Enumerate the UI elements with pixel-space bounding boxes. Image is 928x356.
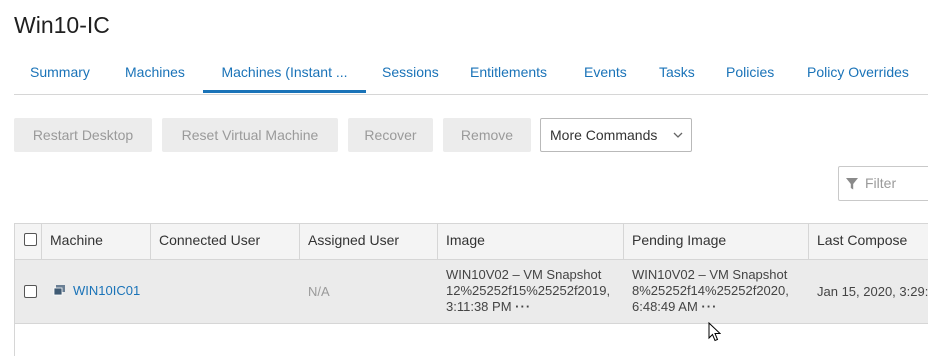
filter-input[interactable]: Filter [838,166,928,201]
tab-summary[interactable]: Summary [30,54,90,92]
table-header: Machine Connected User Assigned User Ima… [15,224,928,260]
mouse-cursor-icon [708,321,722,347]
tab-entitlements[interactable]: Entitlements [470,54,547,92]
pending-image-more-icon[interactable]: ··· [701,299,717,314]
assigned-user-value: N/A [308,284,330,299]
tab-sessions[interactable]: Sessions [382,54,439,92]
column-header-pending-image[interactable]: Pending Image [623,224,808,259]
table-row[interactable]: WIN10IC01 N/A WIN10V02 – VM Snapshot 12%… [15,260,928,324]
column-header-machine[interactable]: Machine [41,224,150,259]
filter-placeholder: Filter [865,175,897,191]
last-compose-value: Jan 15, 2020, 3:29:2 [817,284,928,299]
image-line-2: 12%25252f15%25252f2019, [446,283,611,298]
restart-desktop-button[interactable]: Restart Desktop [14,118,152,152]
tab-policies[interactable]: Policies [726,54,774,92]
pending-image-value: WIN10V02 – VM Snapshot 8%25252f14%25252f… [632,267,789,315]
column-header-last-compose[interactable]: Last Compose [808,224,928,259]
select-all-checkbox[interactable] [24,233,37,246]
tab-bar: Summary Machines Machines (Instant ... S… [14,54,928,95]
column-header-image[interactable]: Image [437,224,623,259]
select-all-cell [15,224,41,259]
remove-button[interactable]: Remove [443,118,531,152]
pending-image-line-2: 8%25252f14%25252f2020, [632,283,789,298]
tab-machines[interactable]: Machines [125,54,185,92]
tab-machines-instant-clone[interactable]: Machines (Instant ... [203,54,366,93]
tab-tasks[interactable]: Tasks [659,54,695,92]
tab-events[interactable]: Events [584,54,627,92]
vm-icon [53,284,66,300]
column-header-connected-user[interactable]: Connected User [150,224,299,259]
tab-policy-overrides[interactable]: Policy Overrides [807,54,909,92]
more-commands-label: More Commands [550,127,658,143]
chevron-down-icon [673,119,683,162]
row-checkbox[interactable] [24,285,37,298]
more-commands-dropdown[interactable]: More Commands [540,118,692,152]
pending-image-line-1: WIN10V02 – VM Snapshot [632,267,788,282]
image-line-1: WIN10V02 – VM Snapshot [446,267,602,282]
pending-image-line-3: 6:48:49 AM [632,299,698,314]
reset-virtual-machine-button[interactable]: Reset Virtual Machine [162,118,338,152]
column-header-assigned-user[interactable]: Assigned User [299,224,437,259]
page-title: Win10-IC [14,12,110,38]
image-value: WIN10V02 – VM Snapshot 12%25252f15%25252… [446,267,610,315]
recover-button[interactable]: Recover [348,118,433,152]
image-more-icon[interactable]: ··· [515,299,531,314]
filter-icon [845,177,859,196]
machine-name-link[interactable]: WIN10IC01 [73,283,140,298]
machines-table: Machine Connected User Assigned User Ima… [14,223,928,356]
image-line-3: 3:11:38 PM [446,299,512,314]
